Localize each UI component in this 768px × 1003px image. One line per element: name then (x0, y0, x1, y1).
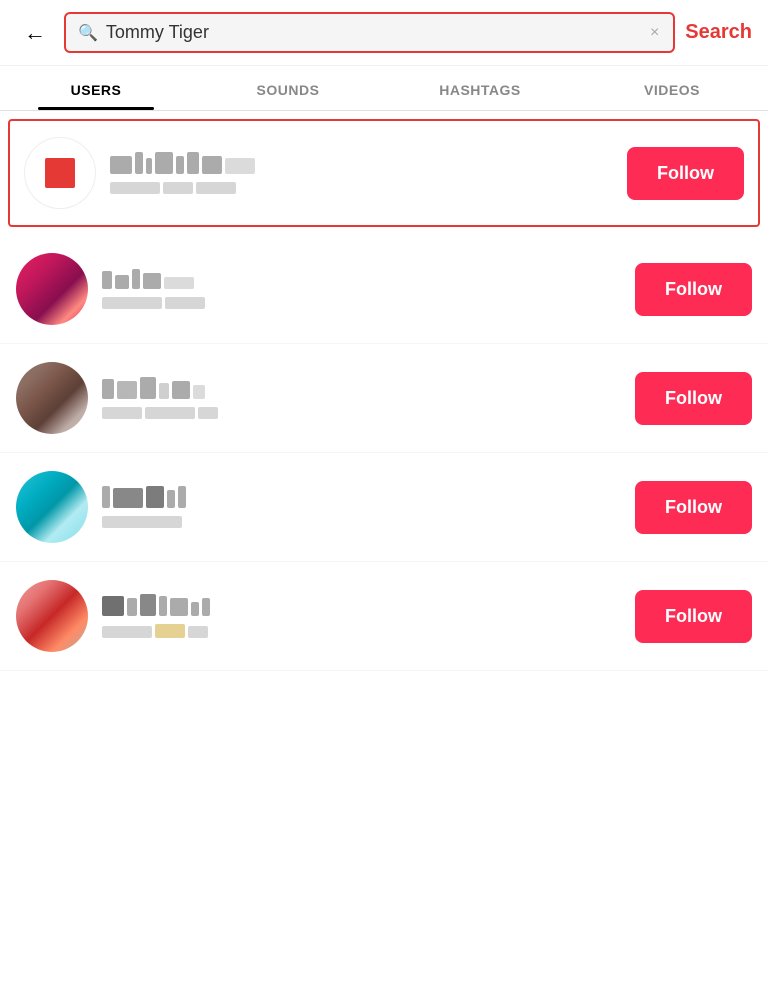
table-row: Follow (0, 344, 768, 453)
user-info (110, 152, 613, 194)
avatar-placeholder (45, 158, 75, 188)
avatar (16, 362, 88, 434)
avatar (16, 253, 88, 325)
username (102, 486, 621, 508)
tab-hashtags[interactable]: HASHTAGS (384, 66, 576, 110)
table-row: Follow (8, 119, 760, 227)
username (102, 594, 621, 616)
username (102, 377, 621, 399)
search-icon: 🔍 (78, 23, 98, 43)
follow-button[interactable]: Follow (635, 263, 752, 316)
user-subtitle (110, 182, 613, 194)
user-subtitle (102, 624, 621, 638)
search-input[interactable] (106, 22, 640, 43)
user-info (102, 486, 621, 528)
search-header: ← 🔍 × Search (0, 0, 768, 66)
table-row: Follow (0, 453, 768, 562)
search-button[interactable]: Search (685, 21, 752, 44)
follow-button[interactable]: Follow (627, 147, 744, 200)
user-subtitle (102, 407, 621, 419)
search-box: 🔍 × (64, 12, 675, 53)
follow-button[interactable]: Follow (635, 481, 752, 534)
user-info (102, 269, 621, 309)
user-subtitle (102, 297, 621, 309)
follow-button[interactable]: Follow (635, 372, 752, 425)
avatar (16, 471, 88, 543)
table-row: Follow (0, 562, 768, 671)
username (102, 269, 621, 289)
username (110, 152, 613, 174)
user-info (102, 377, 621, 419)
tab-bar: USERS SOUNDS HASHTAGS VIDEOS (0, 66, 768, 111)
back-button[interactable]: ← (16, 16, 54, 50)
table-row: Follow (0, 235, 768, 344)
user-list: Follow Follow (0, 119, 768, 671)
avatar (24, 137, 96, 209)
tab-sounds[interactable]: SOUNDS (192, 66, 384, 110)
user-subtitle (102, 516, 621, 528)
tab-videos[interactable]: VIDEOS (576, 66, 768, 110)
follow-button[interactable]: Follow (635, 590, 752, 643)
user-info (102, 594, 621, 638)
clear-button[interactable]: × (648, 24, 661, 42)
avatar (16, 580, 88, 652)
tab-users[interactable]: USERS (0, 66, 192, 110)
